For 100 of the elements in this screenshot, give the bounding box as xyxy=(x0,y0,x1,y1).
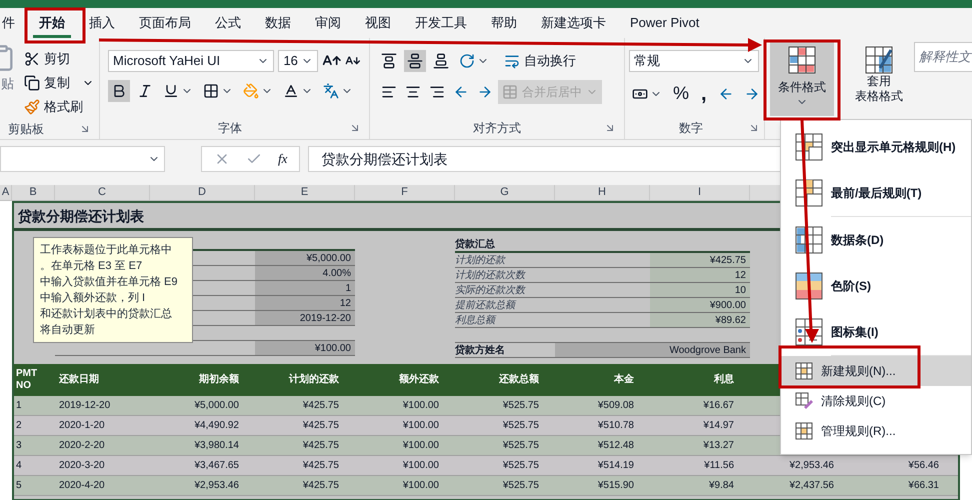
column-header[interactable]: B xyxy=(12,185,55,200)
highlight-frame xyxy=(24,8,86,44)
table-cell-text: ¥525.75 xyxy=(502,419,540,433)
column-heading: PMT NO xyxy=(16,368,38,392)
paste-label[interactable]: 贴 xyxy=(0,74,14,94)
middle-align-button[interactable] xyxy=(404,50,426,72)
table-cell-text: ¥16.67 xyxy=(702,399,735,413)
table-cell: 1 xyxy=(255,281,355,295)
column-header[interactable]: D xyxy=(150,185,255,200)
ribbon-tab[interactable]: 件 xyxy=(0,10,21,38)
menu-item[interactable]: 新建规则(N)... xyxy=(781,356,971,386)
ribbon-tab[interactable]: 插入 xyxy=(83,10,121,38)
column-header[interactable]: C xyxy=(55,185,150,200)
table-cell-text: ¥525.75 xyxy=(502,399,540,413)
table-cell-text: ¥2,953.46 xyxy=(788,459,835,473)
font-name-field[interactable]: Microsoft YaHei UI xyxy=(108,50,274,72)
menu-item[interactable]: 管理规则(R)... xyxy=(781,416,971,446)
ribbon-tab[interactable]: 审阅 xyxy=(309,10,347,38)
table-cell: 12 xyxy=(255,296,355,310)
column-heading: 本金 xyxy=(614,374,634,386)
table-cell-text: ¥100.00 xyxy=(402,439,440,453)
ribbon-tab[interactable]: 视图 xyxy=(359,10,397,38)
table-cell-text: ¥100.00 xyxy=(402,419,440,433)
column-header[interactable]: E xyxy=(255,185,355,200)
arrow-right-icon xyxy=(477,84,493,100)
table-cell: ¥100.00 xyxy=(255,341,355,355)
dialog-launcher-icon[interactable] xyxy=(604,122,616,134)
summary-heading: 贷款汇总 xyxy=(455,238,496,251)
table-cell-text: 2020-4-20 xyxy=(58,479,106,493)
table-cell: 2019-12-20 xyxy=(255,311,355,325)
table-cell-text: ¥2,953.46 xyxy=(194,479,240,493)
table-cell-text: ¥4,490.92 xyxy=(194,419,240,433)
number-format-field[interactable]: 常规 xyxy=(629,50,759,72)
insert-function-button[interactable]: fx xyxy=(278,149,288,169)
conditional-format-icon xyxy=(788,46,816,74)
dialog-launcher-icon[interactable] xyxy=(748,122,760,134)
column-heading: 额外还款 xyxy=(399,374,439,386)
table-cell-text: ¥100.00 xyxy=(402,459,440,473)
column-header[interactable]: H xyxy=(555,185,650,200)
table-cell-text: ¥525.75 xyxy=(502,479,540,493)
table-cell-text: ¥9.84 xyxy=(708,479,735,493)
ribbon-tab[interactable]: 帮助 xyxy=(485,10,523,38)
table-cell: 4.00% xyxy=(255,266,355,280)
wrap-text-button[interactable]: 自动换行 xyxy=(504,50,576,72)
comma-button[interactable]: , xyxy=(697,84,711,104)
table-cell: Woodgrove Bank xyxy=(555,343,750,357)
rotate-icon xyxy=(459,53,475,69)
table-cell-text: ¥100.00 xyxy=(402,399,440,413)
ribbon-tab[interactable]: 新建选项卡 xyxy=(535,10,612,38)
conditional-formatting-button[interactable]: 条件格式 xyxy=(770,42,834,116)
table-cell-text: ¥56.46 xyxy=(907,459,940,473)
sheet-title: 贷款分期偿还计划表 xyxy=(17,207,145,226)
menu-item[interactable]: 清除规则(C) xyxy=(781,386,971,416)
column-heading: 还款总额 xyxy=(499,374,539,386)
summary-label: 提前还款总额 xyxy=(455,298,518,312)
percent-button[interactable]: % xyxy=(669,80,694,107)
format-painter-button[interactable]: 格式刷 xyxy=(24,96,94,118)
table-cell-text: ¥514.19 xyxy=(596,459,635,473)
table-cell-text: ¥2,437.56 xyxy=(788,479,835,493)
underline-icon xyxy=(163,83,179,99)
grid-icon xyxy=(203,83,219,99)
column-header[interactable]: I xyxy=(650,185,750,200)
column-header[interactable]: F xyxy=(355,185,455,200)
bold-button[interactable] xyxy=(108,80,130,102)
cut-button[interactable]: 剪切 xyxy=(24,48,94,70)
ribbon-tab[interactable]: Power Pivot xyxy=(624,10,706,38)
font-color-icon xyxy=(283,83,299,99)
column-header[interactable]: A xyxy=(0,185,12,200)
cell-style-preview[interactable]: 解释性文 xyxy=(914,42,972,72)
dialog-launcher-icon[interactable] xyxy=(349,122,361,134)
column-header[interactable]: G xyxy=(455,185,555,200)
paintbrush-icon xyxy=(24,99,40,115)
table-cell-text: ¥11.56 xyxy=(703,459,735,473)
phonetic-icon xyxy=(323,83,339,99)
table-cell-text: ¥509.08 xyxy=(596,399,635,413)
column-heading: 还款日期 xyxy=(59,374,99,386)
table-cell-text: ¥425.75 xyxy=(302,399,340,413)
summary-label: 计划的还款 xyxy=(455,254,506,267)
table-cell-text: 1 xyxy=(15,399,23,413)
column-heading: 利息 xyxy=(714,374,734,386)
table-cell-text: ¥425.75 xyxy=(302,439,340,453)
ribbon-tab[interactable]: 开发工具 xyxy=(409,10,473,38)
table-icon xyxy=(502,84,518,100)
table-cell-text: 4 xyxy=(15,459,23,473)
format-as-table-button[interactable]: 套用 表格格式 xyxy=(848,42,910,116)
ribbon-tab[interactable]: 公式 xyxy=(209,10,247,38)
summary-label: 利息总额 xyxy=(455,314,498,327)
ribbon-tab[interactable]: 页面布局 xyxy=(133,10,197,38)
table-cell-text: ¥525.75 xyxy=(502,439,540,453)
arrow-left-icon xyxy=(718,86,734,102)
table-cell-text: 2020-1-20 xyxy=(58,419,106,433)
table-cell: 12 xyxy=(650,268,750,282)
table-cell-text: ¥525.75 xyxy=(502,459,540,473)
font-size-field[interactable]: 16 xyxy=(278,50,318,72)
table-cell-text: ¥13.27 xyxy=(702,439,735,453)
table-brush-icon xyxy=(865,46,893,74)
align-right-icon xyxy=(429,84,445,100)
ribbon-tab[interactable]: 数据 xyxy=(259,10,297,38)
copy-button[interactable]: 复制 xyxy=(24,72,94,94)
top-align-icon xyxy=(381,53,397,69)
